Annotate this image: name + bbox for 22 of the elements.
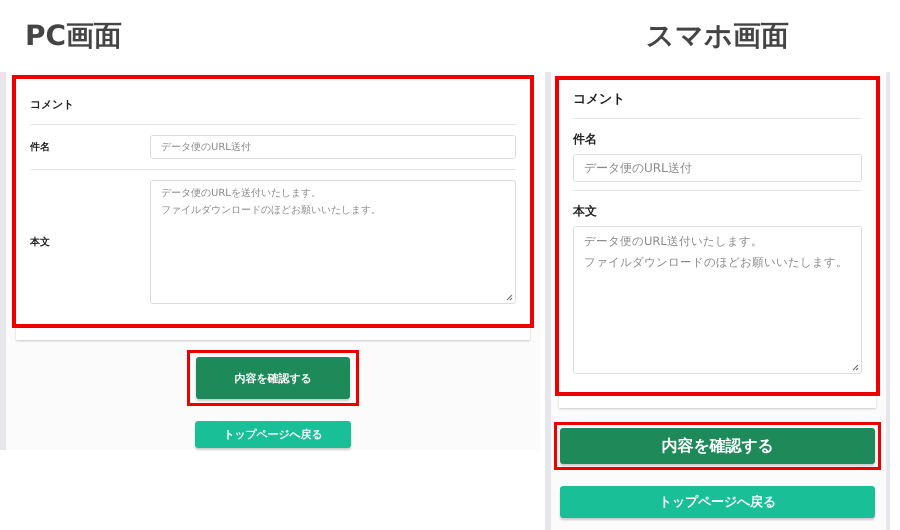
- field-label: 件名: [573, 131, 598, 148]
- confirm-button[interactable]: 内容を確認する: [560, 428, 875, 464]
- textarea-field[interactable]: データ便のURLを送付いたします。 ファイルダウンロードのほどお願いいたします。: [150, 180, 516, 304]
- resize-grip-icon: [852, 364, 859, 371]
- input-field[interactable]: データ便のURL送付: [150, 135, 516, 159]
- placeholder-text: ファイルダウンロードのほどお願いいたします。: [584, 254, 849, 271]
- textarea-field[interactable]: データ便のURL送付いたします。 ファイルダウンロードのほどお願いいたします。: [573, 226, 862, 374]
- back-button[interactable]: トップページへ戻る: [195, 421, 351, 448]
- resize-grip-icon: [506, 294, 513, 301]
- section-title: コメント: [573, 86, 862, 119]
- field-label: 本文: [30, 236, 51, 249]
- screen-heading: スマホ画面: [645, 18, 790, 54]
- section-title: コメント: [30, 85, 516, 125]
- placeholder-text: データ便のURLを送付いたします。: [161, 187, 322, 201]
- confirm-button[interactable]: 内容を確認する: [196, 357, 350, 399]
- screen-heading: PC画面: [24, 18, 124, 54]
- input-field[interactable]: データ便のURL送付: [573, 154, 862, 182]
- placeholder-text: ファイルダウンロードのほどお願いいたします。: [161, 204, 382, 218]
- field-label: 件名: [30, 140, 51, 154]
- back-button[interactable]: トップページへ戻る: [560, 486, 875, 518]
- placeholder-text: データ便のURL送付いたします。: [584, 233, 764, 250]
- field-label: 本文: [573, 203, 598, 220]
